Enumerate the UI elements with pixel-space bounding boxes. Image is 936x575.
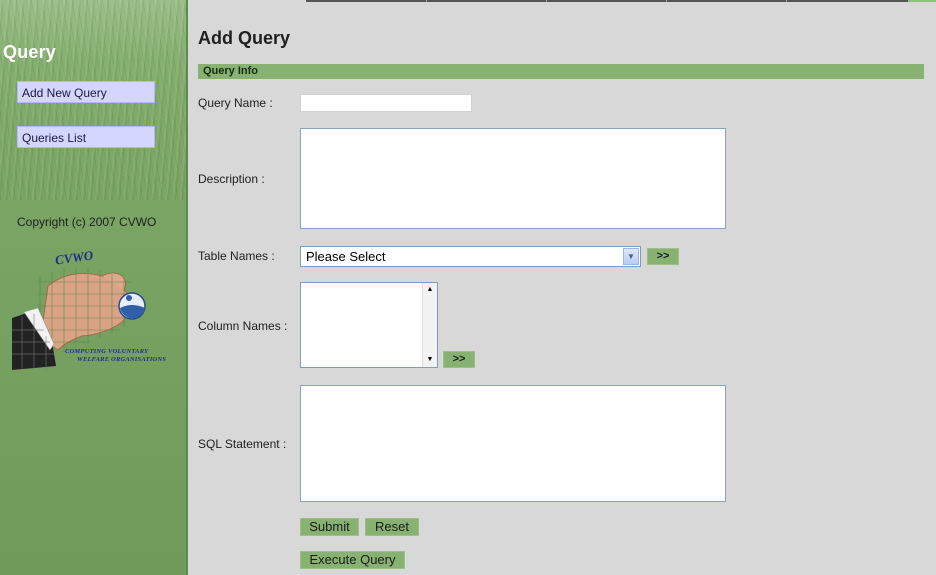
execute-query-button[interactable]: Execute Query bbox=[300, 551, 405, 569]
table-select-value: Please Select bbox=[306, 249, 386, 264]
add-new-query-link[interactable]: Add New Query bbox=[17, 81, 155, 103]
logo-line-1: COMPUTING VOLUNTARY bbox=[65, 348, 149, 355]
scroll-down-icon[interactable]: ▼ bbox=[423, 354, 437, 366]
query-name-input[interactable] bbox=[300, 94, 472, 112]
query-name-label: Query Name : bbox=[198, 96, 273, 110]
queries-list-link[interactable]: Queries List bbox=[17, 126, 155, 148]
description-textarea[interactable] bbox=[300, 128, 726, 229]
logo-subtitle: COMPUTING VOLUNTARY WELFARE ORGANISATION… bbox=[65, 348, 175, 364]
scroll-up-icon[interactable]: ▲ bbox=[423, 284, 437, 296]
page-title: Add Query bbox=[198, 28, 291, 48]
reset-button[interactable]: Reset bbox=[365, 518, 419, 536]
description-label: Description : bbox=[198, 172, 265, 186]
submit-button[interactable]: Submit bbox=[300, 518, 359, 536]
add-table-button[interactable]: >> bbox=[647, 248, 679, 265]
table-names-label: Table Names : bbox=[198, 249, 275, 263]
listbox-scrollbar[interactable]: ▲ ▼ bbox=[422, 283, 437, 367]
sidebar: Query Add New Query Queries List Copyrig… bbox=[0, 0, 188, 575]
logo-line-2: WELFARE ORGANISATIONS bbox=[77, 356, 167, 363]
sql-statement-textarea[interactable] bbox=[300, 385, 726, 502]
sql-statement-label: SQL Statement : bbox=[198, 437, 287, 451]
column-names-label: Column Names : bbox=[198, 319, 288, 333]
section-header: Query Info bbox=[198, 64, 924, 79]
top-tab-strip bbox=[306, 0, 936, 2]
table-names-select[interactable]: Please Select ▼ bbox=[300, 246, 641, 267]
chevron-down-icon[interactable]: ▼ bbox=[623, 248, 639, 265]
add-column-button[interactable]: >> bbox=[443, 351, 475, 368]
column-names-listbox[interactable]: ▲ ▼ bbox=[300, 282, 438, 368]
cvwo-logo: CVWO COMPUTING VOLUNTARY WELFARE ORGANIS… bbox=[10, 246, 166, 372]
copyright-text: Copyright (c) 2007 CVWO bbox=[17, 215, 157, 229]
sidebar-title: Query bbox=[3, 42, 57, 62]
